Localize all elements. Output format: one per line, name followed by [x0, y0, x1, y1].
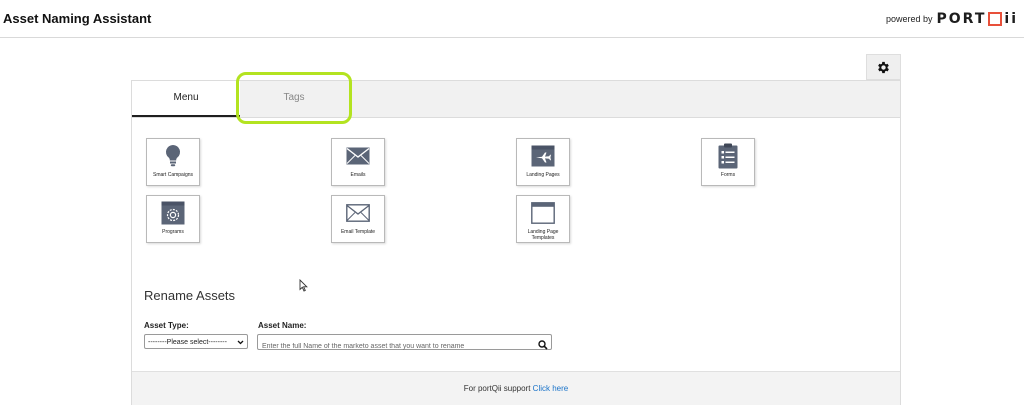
settings-button[interactable] — [866, 54, 901, 80]
lightbulb-icon — [165, 144, 181, 167]
asset-name-search — [257, 334, 552, 354]
tile-landing-page-templates[interactable]: Landing Page Templates — [516, 195, 570, 243]
support-link[interactable]: Click here — [533, 384, 569, 393]
chevron-down-icon — [237, 335, 244, 356]
asset-type-select[interactable]: --------Please select-------- — [144, 334, 248, 349]
tile-label: Programs — [162, 229, 184, 235]
window-icon — [531, 202, 555, 224]
gear-icon — [878, 61, 889, 73]
support-footer: For portQii support Click here — [132, 371, 900, 405]
tile-label: Forms — [720, 172, 736, 178]
tab-menu[interactable]: Menu — [132, 81, 240, 117]
asset-name-label: Asset Name: — [258, 321, 307, 330]
clipboard-icon — [718, 143, 738, 169]
tab-bar: Menu Tags — [132, 81, 900, 118]
tile-email-template[interactable]: Email Template — [331, 195, 385, 243]
tile-label: Smart Campaigns — [152, 172, 193, 178]
app-title: Asset Naming Assistant — [3, 11, 152, 26]
asset-type-selected-value: --------Please select-------- — [148, 339, 227, 346]
tile-emails[interactable]: Emails — [331, 138, 385, 186]
tile-forms[interactable]: Forms — [701, 138, 755, 186]
tile-label: Email Template — [340, 229, 376, 235]
program-icon — [161, 201, 185, 225]
tile-label: Landing Page Templates — [527, 229, 559, 241]
tile-landing-pages[interactable]: Landing Pages — [516, 138, 570, 186]
powered-by-text: powered by — [885, 14, 933, 24]
brand-part2: ii — [1004, 11, 1018, 27]
portqii-logo[interactable]: PORT ii — [937, 11, 1018, 27]
tile-programs[interactable]: Programs — [146, 195, 200, 243]
tile-label: Emails — [350, 172, 366, 178]
top-bar: Asset Naming Assistant powered by PORT i… — [0, 0, 1024, 38]
tile-label: Landing Pages — [526, 172, 560, 178]
envelope-icon — [346, 147, 370, 165]
rename-assets-heading: Rename Assets — [144, 288, 236, 303]
envelope-outline-icon — [346, 204, 370, 222]
main-panel: Menu Tags Smart Campaigns Emails Landing… — [131, 80, 901, 405]
support-text: For portQii support — [463, 384, 531, 393]
tab-tags[interactable]: Tags — [240, 81, 348, 117]
brand-part1: PORT — [936, 11, 987, 27]
asset-name-input[interactable] — [258, 339, 536, 354]
tile-smart-campaigns[interactable]: Smart Campaigns — [146, 138, 200, 186]
brand-q-mark — [988, 12, 1003, 26]
powered-by: powered by PORT ii — [886, 11, 1018, 27]
mouse-cursor-icon — [299, 279, 308, 292]
asset-type-label: Asset Type: — [144, 321, 189, 330]
airplane-icon — [531, 145, 555, 167]
search-icon[interactable] — [538, 337, 548, 355]
